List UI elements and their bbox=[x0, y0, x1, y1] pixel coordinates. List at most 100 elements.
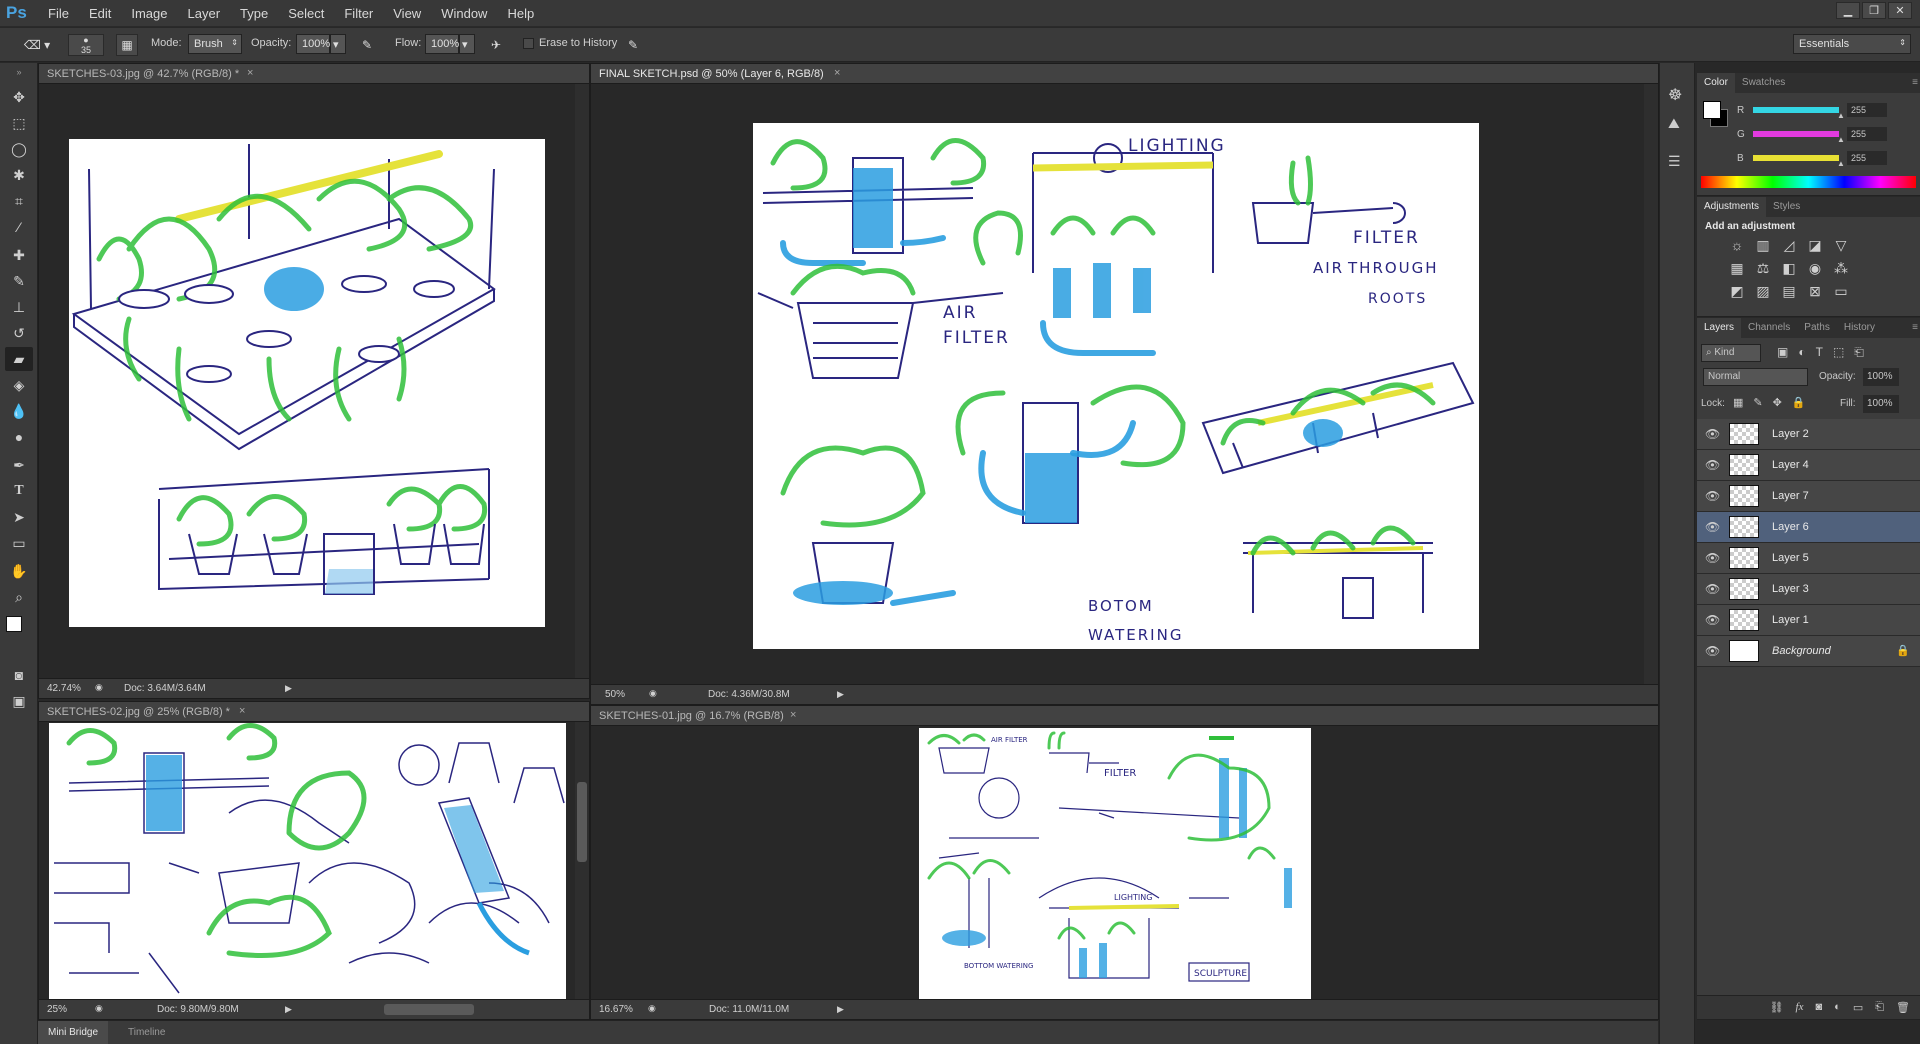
move-tool-icon[interactable]: ✥ bbox=[5, 85, 33, 109]
rectangle-tool-icon[interactable]: ▭ bbox=[5, 531, 33, 555]
doc-tab-sketches-02[interactable]: SKETCHES-02.jpg @ 25% (RGB/8) * × bbox=[39, 702, 589, 722]
color-spectrum-bar[interactable] bbox=[1701, 176, 1916, 188]
foreground-color-swatch[interactable] bbox=[6, 616, 22, 632]
layer-row-layer-4[interactable]: 👁 Layer 4 bbox=[1697, 450, 1920, 481]
eyedropper-tool-icon[interactable]: ⁄ bbox=[5, 215, 33, 239]
zoom-level[interactable]: 25% bbox=[47, 1004, 67, 1015]
menu-filter[interactable]: Filter bbox=[334, 6, 383, 21]
scroll-thumb[interactable] bbox=[577, 782, 587, 862]
layer-row-layer-1[interactable]: 👁 Layer 1 bbox=[1697, 605, 1920, 636]
g-value[interactable]: 255 bbox=[1847, 127, 1887, 141]
type-tool-icon[interactable]: T bbox=[5, 479, 33, 503]
menu-layer[interactable]: Layer bbox=[178, 6, 231, 21]
status-arrow-icon[interactable]: ▶ bbox=[837, 1004, 844, 1015]
layer-filter-select[interactable]: ⌕ Kind bbox=[1701, 344, 1761, 362]
menu-edit[interactable]: Edit bbox=[79, 6, 121, 21]
vertical-scrollbar[interactable] bbox=[575, 84, 589, 678]
menu-type[interactable]: Type bbox=[230, 6, 278, 21]
eraser-preset-icon[interactable]: ⌫ ▾ bbox=[18, 34, 56, 56]
visibility-eye-icon[interactable]: 👁 bbox=[1705, 613, 1720, 627]
canvas-sketches-02[interactable] bbox=[49, 723, 566, 1001]
g-track[interactable] bbox=[1753, 131, 1839, 137]
zoom-tool-icon[interactable]: ⌕ bbox=[5, 585, 33, 609]
eraser-tool-icon[interactable]: ▰ bbox=[5, 347, 33, 371]
doc-tab-sketches-03[interactable]: SKETCHES-03.jpg @ 42.7% (RGB/8) * × bbox=[39, 64, 589, 84]
doc-tab-sketches-01[interactable]: SKETCHES-01.jpg @ 16.7% (RGB/8) × bbox=[591, 706, 1658, 726]
threshold-icon[interactable]: ▤ bbox=[1777, 283, 1801, 300]
hand-tool-icon[interactable]: ✋ bbox=[5, 559, 33, 583]
fx-icon[interactable]: fx bbox=[1796, 1001, 1804, 1019]
paint-bucket-icon[interactable]: ◈ bbox=[5, 373, 33, 397]
healing-tool-icon[interactable]: ✚ bbox=[5, 243, 33, 267]
levels-icon[interactable]: ▥ bbox=[1751, 237, 1775, 254]
g-slider-row[interactable]: G ▲ 255 bbox=[1737, 127, 1917, 144]
tab-layers[interactable]: Layers bbox=[1697, 318, 1742, 338]
doc-tab-final-sketch[interactable]: FINAL SKETCH.psd @ 50% (Layer 6, RGB/8) … bbox=[591, 64, 1658, 84]
panel-menu-icon[interactable]: ≡ bbox=[1912, 318, 1918, 338]
black-white-icon[interactable]: ◧ bbox=[1777, 260, 1801, 277]
status-arrow-icon[interactable]: ▶ bbox=[285, 683, 292, 694]
layer-row-layer-7[interactable]: 👁 Layer 7 bbox=[1697, 481, 1920, 512]
hue-saturation-icon[interactable]: ▦ bbox=[1725, 260, 1749, 277]
layer-row-layer-3[interactable]: 👁 Layer 3 bbox=[1697, 574, 1920, 605]
tab-color[interactable]: Color bbox=[1697, 73, 1735, 93]
type-filter-icon[interactable]: T bbox=[1816, 345, 1823, 360]
tab-swatches[interactable]: Swatches bbox=[1735, 73, 1792, 93]
adjustment-filter-icon[interactable]: ◐ bbox=[1798, 345, 1805, 360]
status-menu-icon[interactable]: ◉ bbox=[95, 1003, 103, 1014]
status-menu-icon[interactable]: ◉ bbox=[649, 688, 657, 699]
close-button[interactable]: ✕ bbox=[1888, 2, 1912, 19]
status-menu-icon[interactable]: ◉ bbox=[95, 682, 103, 693]
pressure-size-icon[interactable]: ✎ bbox=[622, 34, 644, 56]
curves-icon[interactable]: ◿ bbox=[1777, 237, 1801, 254]
b-track[interactable] bbox=[1753, 155, 1839, 161]
tab-mini-bridge[interactable]: Mini Bridge bbox=[38, 1021, 109, 1044]
blend-mode-select[interactable]: Normal bbox=[1703, 368, 1808, 386]
brush-tool-icon[interactable]: ✎ bbox=[5, 269, 33, 293]
menu-file[interactable]: File bbox=[38, 6, 79, 21]
close-tab-icon[interactable]: × bbox=[247, 67, 253, 79]
close-tab-icon[interactable]: × bbox=[790, 709, 796, 721]
menu-help[interactable]: Help bbox=[497, 6, 544, 21]
color-balance-icon[interactable]: ⚖ bbox=[1751, 260, 1775, 277]
lock-transparency-icon[interactable]: ▦ bbox=[1733, 396, 1743, 409]
new-layer-icon[interactable]: ⎗ bbox=[1875, 1001, 1884, 1019]
visibility-eye-icon[interactable]: 👁 bbox=[1705, 644, 1720, 658]
layer-row-layer-5[interactable]: 👁 Layer 5 bbox=[1697, 543, 1920, 574]
b-slider-row[interactable]: B ▲ 255 bbox=[1737, 151, 1917, 168]
visibility-eye-icon[interactable]: 👁 bbox=[1705, 458, 1720, 472]
close-tab-icon[interactable]: × bbox=[239, 705, 245, 717]
restore-button[interactable]: ❐ bbox=[1862, 2, 1886, 19]
r-value[interactable]: 255 bbox=[1847, 103, 1887, 117]
vertical-scrollbar[interactable] bbox=[1644, 84, 1658, 684]
vertical-scrollbar[interactable] bbox=[575, 722, 589, 999]
lasso-tool-icon[interactable]: ◯ bbox=[5, 137, 33, 161]
horizontal-scroll-thumb[interactable] bbox=[384, 1004, 474, 1015]
quick-select-tool-icon[interactable]: ✱ bbox=[5, 163, 33, 187]
visibility-eye-icon[interactable]: 👁 bbox=[1705, 582, 1720, 596]
r-thumb-icon[interactable]: ▲ bbox=[1837, 111, 1845, 120]
r-slider-row[interactable]: R ▲ 255 bbox=[1737, 103, 1917, 120]
pen-tool-icon[interactable]: ✒ bbox=[5, 453, 33, 477]
lock-pixels-icon[interactable]: ✎ bbox=[1753, 396, 1762, 409]
layer-row-background[interactable]: 👁 Background 🔒 bbox=[1697, 636, 1920, 667]
visibility-eye-icon[interactable]: 👁 bbox=[1705, 427, 1720, 441]
crop-tool-icon[interactable]: ⌗ bbox=[5, 189, 33, 213]
brightness-icon[interactable]: ☼ bbox=[1725, 237, 1749, 254]
layer-row-layer-2[interactable]: 👁 Layer 2 bbox=[1697, 419, 1920, 450]
flow-input[interactable]: 100% bbox=[425, 34, 459, 54]
panel-menu-icon[interactable]: ≡ bbox=[1912, 73, 1918, 93]
airbrush-icon[interactable]: ✈ bbox=[485, 34, 507, 56]
posterize-icon[interactable]: ▨ bbox=[1751, 283, 1775, 300]
flow-dropdown[interactable]: ▾ bbox=[459, 34, 475, 54]
visibility-eye-icon[interactable]: 👁 bbox=[1705, 551, 1720, 565]
brush-size-picker[interactable]: ● 35 bbox=[68, 34, 104, 56]
menu-window[interactable]: Window bbox=[431, 6, 497, 21]
gradient-map-icon[interactable]: ▭ bbox=[1829, 283, 1853, 300]
tab-styles[interactable]: Styles bbox=[1766, 197, 1807, 217]
workspace-select[interactable]: Essentials ⇕ bbox=[1793, 34, 1911, 54]
zoom-level[interactable]: 42.74% bbox=[47, 683, 81, 694]
clone-source-icon[interactable]: ⛰ bbox=[1668, 115, 1680, 132]
status-arrow-icon[interactable]: ▶ bbox=[285, 1004, 292, 1015]
properties-icon[interactable]: ☰ bbox=[1668, 153, 1681, 170]
